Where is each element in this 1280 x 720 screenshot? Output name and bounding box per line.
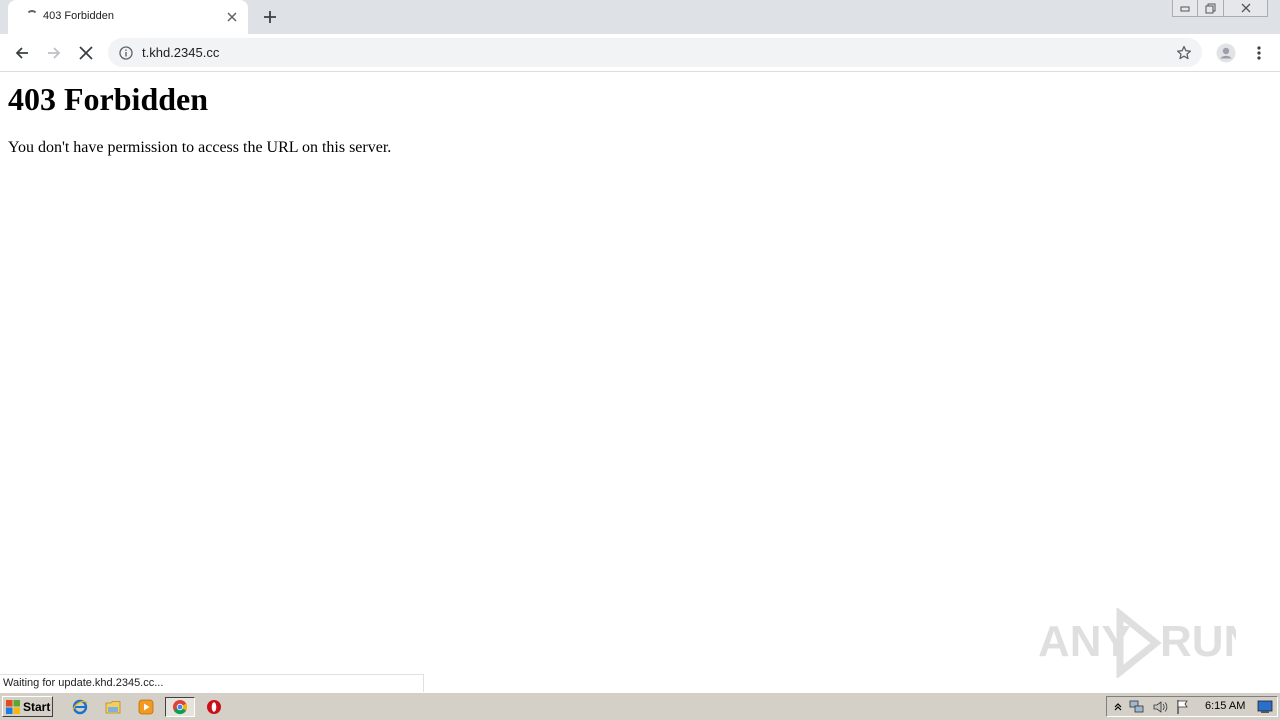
system-tray: 6:15 AM [1106,696,1278,717]
tab-active[interactable]: 403 Forbidden [8,0,248,34]
network-icon [1129,700,1144,713]
more-vert-icon [1257,46,1261,60]
back-button[interactable] [8,39,36,67]
close-icon [79,46,93,60]
address-bar[interactable]: t.khd.2345.cc [108,38,1202,67]
start-button[interactable]: Start [2,696,53,717]
tab-strip: 403 Forbidden [0,0,1280,34]
restore-icon [1205,3,1215,13]
minimize-icon [1180,6,1190,12]
star-icon [1176,45,1192,60]
speaker-icon [1153,701,1168,713]
window-controls [1172,0,1268,18]
folder-icon [105,701,121,714]
new-tab-button[interactable] [258,5,282,29]
tray-action-center-button[interactable] [1175,699,1191,715]
start-label: Start [23,699,51,714]
taskbar-ie-button[interactable] [69,697,91,717]
status-bubble: Waiting for update.khd.2345.cc... [0,674,424,692]
browser-toolbar: t.khd.2345.cc [0,34,1280,72]
window-close-button[interactable] [1224,0,1268,17]
taskbar-chrome-button[interactable] [165,697,195,717]
profile-button[interactable] [1212,39,1240,67]
loading-spinner-icon [26,10,38,22]
minimize-button[interactable] [1172,0,1198,17]
windows-logo-icon [6,699,20,714]
taskbar-clock[interactable]: 6:15 AM [1205,700,1245,712]
close-icon [1241,3,1250,13]
media-player-icon [138,699,154,715]
web-page: 403 Forbidden You don't have permission … [0,72,1280,692]
page-message: You don't have permission to access the … [8,139,392,156]
flag-icon [1177,700,1188,714]
plus-icon [264,11,276,23]
url-text[interactable]: t.khd.2345.cc [142,45,219,60]
taskbar: Start 6:15 AM [0,692,1280,720]
tab-title: 403 Forbidden [43,10,114,22]
tray-expand-button[interactable] [1110,699,1126,715]
chrome-icon [173,700,188,715]
forward-button[interactable] [40,39,68,67]
close-icon [227,12,237,22]
tab-close-button[interactable] [222,7,242,27]
show-desktop-button[interactable] [1257,699,1273,715]
stop-loading-button[interactable] [72,39,100,67]
arrow-right-icon [48,47,61,59]
avatar-icon [1216,43,1236,63]
restore-button[interactable] [1198,0,1224,17]
taskbar-media-player-button[interactable] [135,697,157,717]
site-info-button[interactable] [118,45,133,60]
chevron-up-icon [1114,703,1122,711]
menu-button[interactable] [1245,39,1273,67]
arrow-left-icon [15,47,28,59]
opera-icon [207,700,221,714]
internet-explorer-icon [72,699,88,715]
tray-network-button[interactable] [1129,699,1145,715]
anyrun-logo-icon: ANY RUN [1038,608,1236,678]
info-icon [118,45,133,60]
monitor-icon [1257,700,1273,713]
bookmark-button[interactable] [1174,43,1194,63]
page-heading: 403 Forbidden [8,81,209,117]
tray-volume-button[interactable] [1152,699,1168,715]
svg-text:RUN: RUN [1160,617,1236,666]
taskbar-explorer-button[interactable] [102,697,124,717]
taskbar-opera-button[interactable] [203,697,225,717]
